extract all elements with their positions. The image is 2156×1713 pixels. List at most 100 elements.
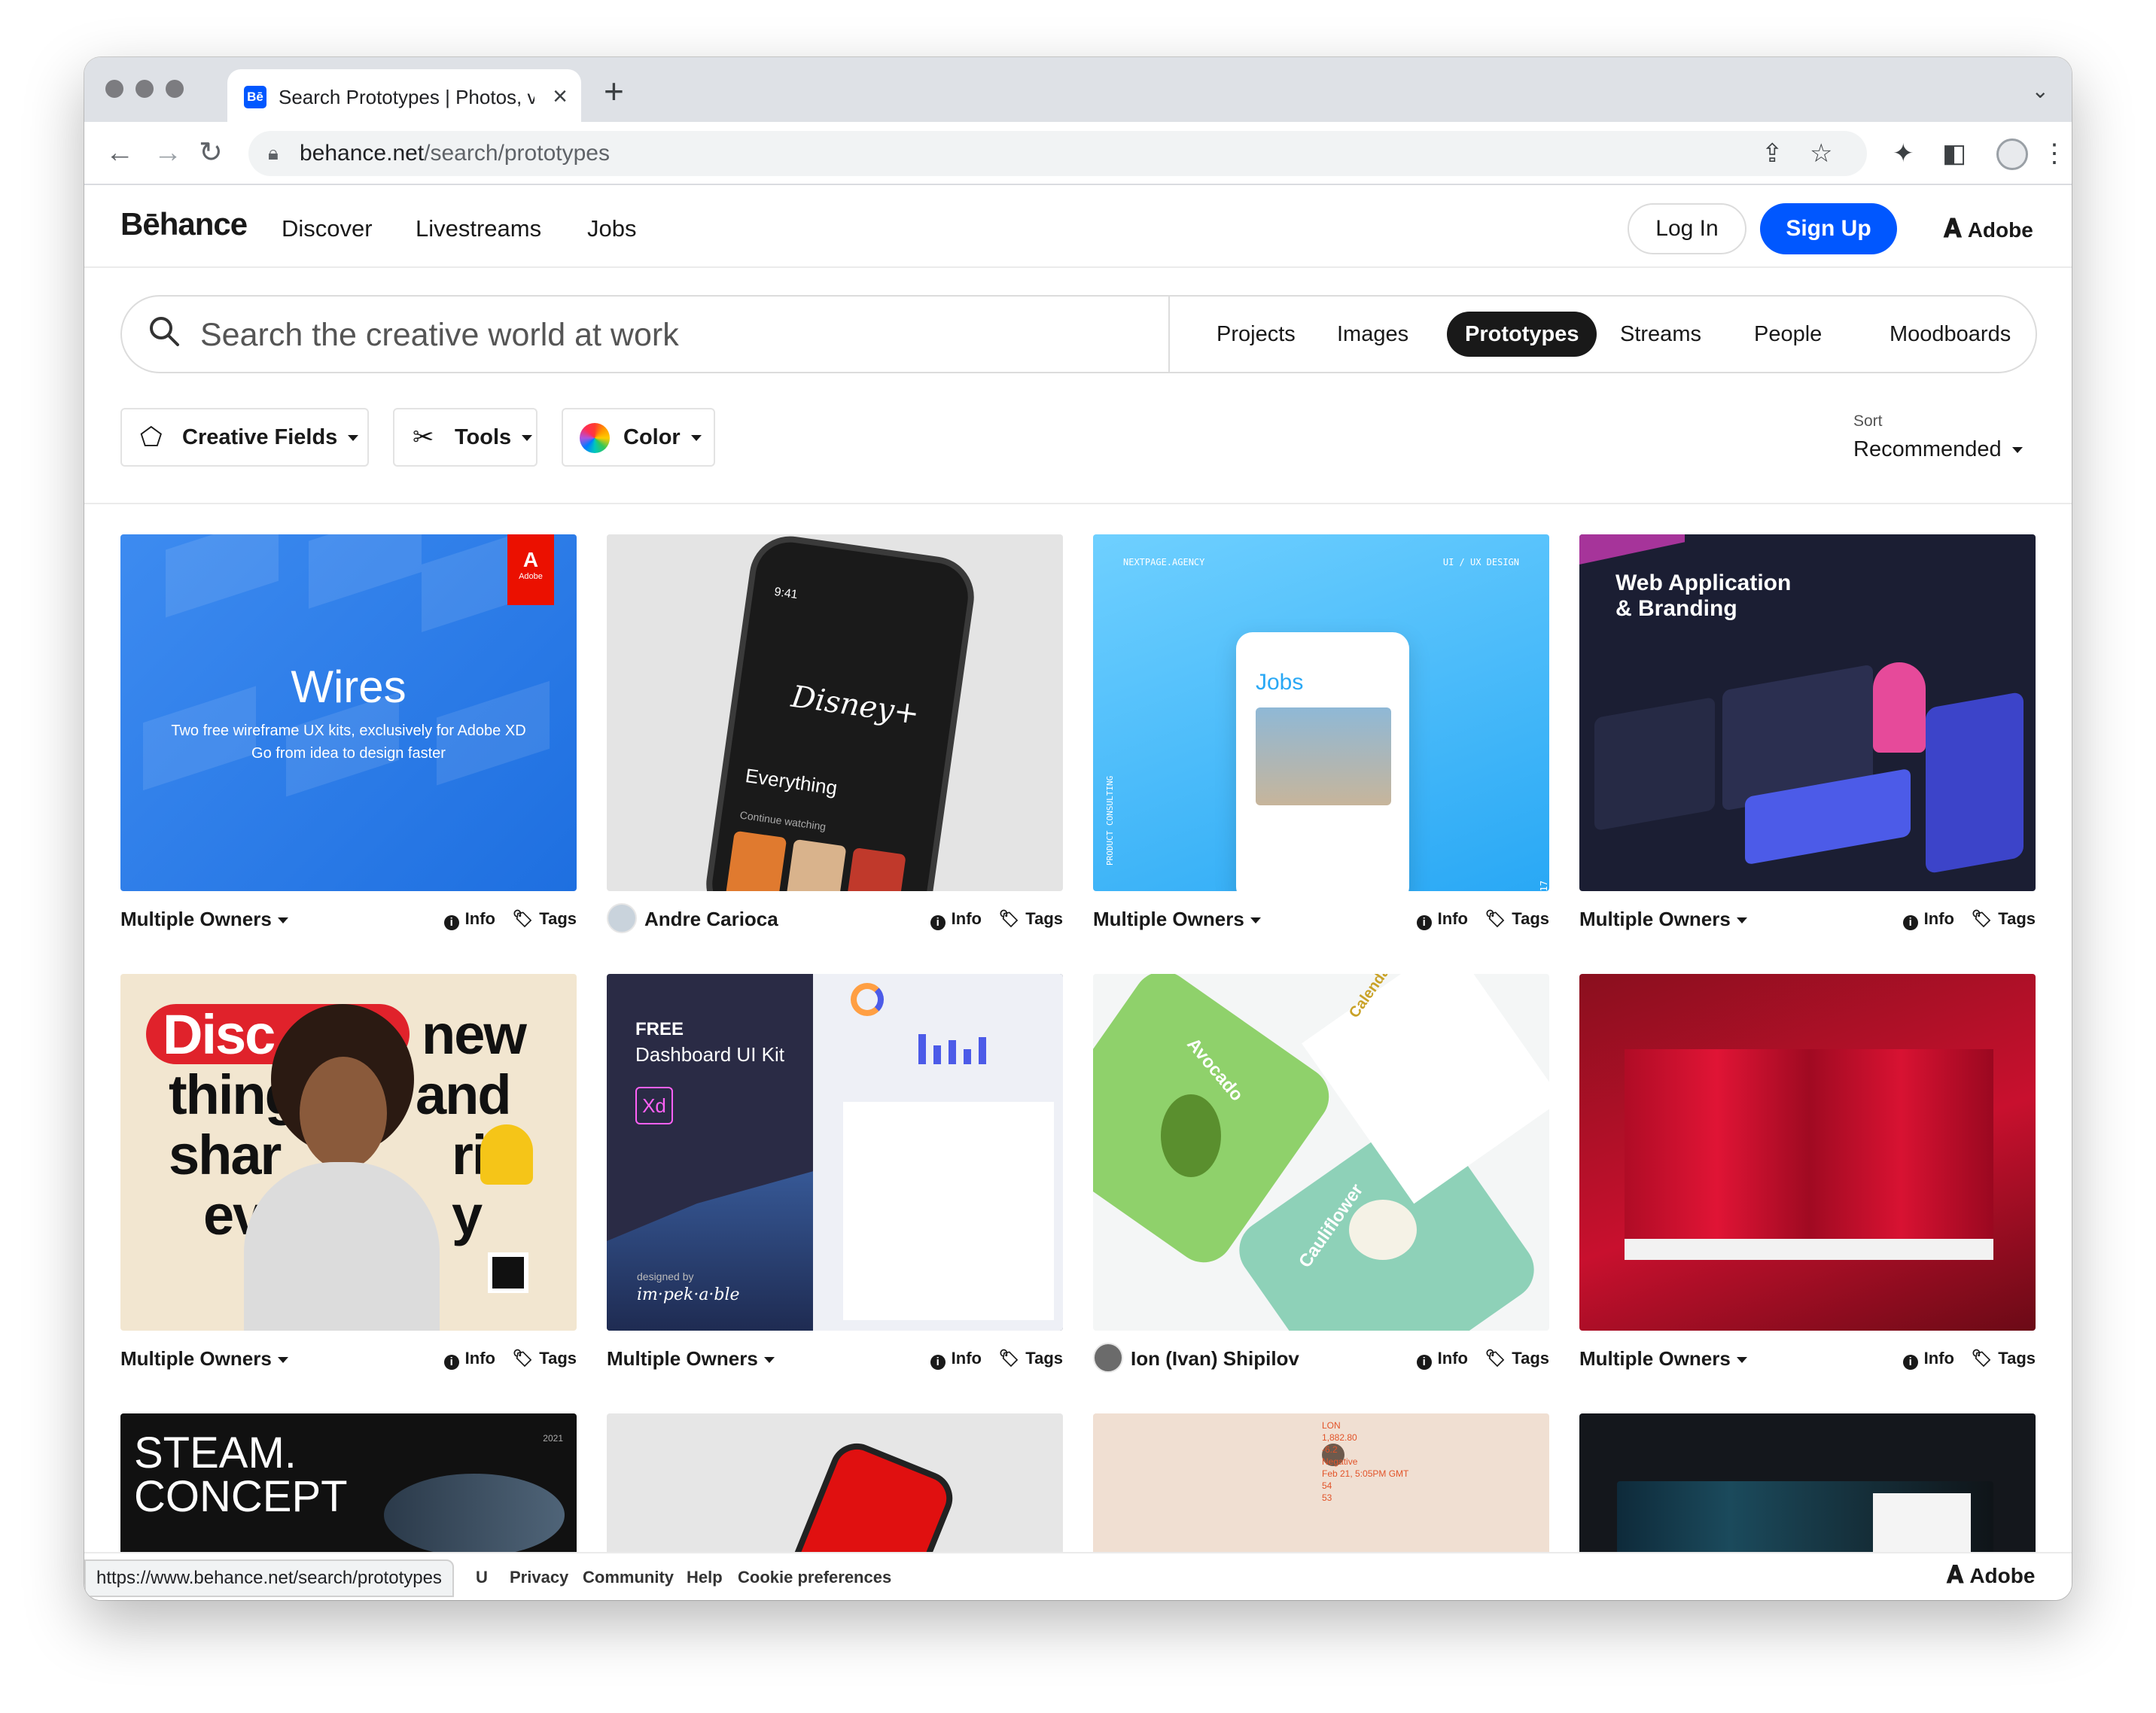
info-button[interactable]: i Info: [1902, 1347, 1954, 1370]
nav-jobs[interactable]: Jobs: [587, 214, 636, 244]
zoom-window-button[interactable]: [166, 80, 184, 98]
nav-discover[interactable]: Discover: [282, 214, 373, 244]
tags-label: Tags: [1512, 909, 1549, 928]
footer-help[interactable]: Help: [687, 1567, 723, 1588]
tags-button[interactable]: 🏷︎ Tags: [1971, 908, 2036, 930]
forward-arrow-icon[interactable]: →: [154, 134, 182, 172]
nav-livestreams[interactable]: Livestreams: [416, 214, 541, 244]
chevron-down-icon: [1736, 917, 1747, 924]
project-thumbnail[interactable]: Avocado Cauliflower Calendar: [1093, 974, 1549, 1331]
tags-button[interactable]: 🏷︎ Tags: [1971, 1347, 2036, 1370]
phone-mockup: Jobs: [1236, 632, 1409, 891]
search-icon: [150, 317, 179, 346]
creative-fields-filter[interactable]: ⬠ Creative Fields: [120, 408, 369, 467]
owner-avatar[interactable]: [607, 903, 637, 933]
thumbnail-title: Dashboard UI Kit: [635, 1043, 784, 1066]
owner-name[interactable]: Ion (Ivan) Shipilov: [1131, 1346, 1299, 1371]
project-thumbnail[interactable]: 9:41 Disney+ Everything Continue watchin…: [607, 534, 1063, 891]
tag-icon: 🏷︎: [1971, 909, 1993, 928]
color-filter[interactable]: Color: [562, 408, 715, 467]
sort-dropdown[interactable]: Recommended: [1853, 435, 2023, 464]
info-icon: i: [1416, 915, 1432, 930]
footer-adobe-link[interactable]: 𝐀 Adobe: [1947, 1562, 2035, 1587]
tags-button[interactable]: 🏷︎ Tags: [1485, 1347, 1549, 1370]
data-label: Feb 21, 5:05PM GMT: [1322, 1468, 1409, 1479]
tab-projects[interactable]: Projects: [1198, 312, 1314, 357]
new-tab-icon[interactable]: +: [604, 72, 624, 110]
tab-people[interactable]: People: [1736, 312, 1840, 357]
tools-filter[interactable]: ✂ Tools: [393, 408, 537, 467]
info-button[interactable]: i Info: [1902, 908, 1954, 930]
minimize-window-button[interactable]: [136, 80, 154, 98]
accent-stripe: [1579, 534, 1685, 564]
tab-search-chevron-icon[interactable]: ⌄: [2032, 78, 2049, 103]
owner-dropdown[interactable]: Multiple Owners: [1093, 906, 1261, 932]
chevron-down-icon: [522, 435, 533, 442]
info-icon: i: [930, 1355, 946, 1370]
owner-dropdown[interactable]: Multiple Owners: [1579, 1346, 1747, 1371]
log-in-button[interactable]: Log In: [1628, 203, 1746, 254]
card-meta: Multiple Owners i Info 🏷︎ Tags: [120, 1343, 577, 1374]
info-button[interactable]: i Info: [930, 908, 982, 930]
owner-name: Multiple Owners: [1093, 908, 1244, 930]
owner-dropdown[interactable]: Multiple Owners: [1579, 906, 1747, 932]
thumbnail-subtitle: Two free wireframe UX kits, exclusively …: [171, 723, 526, 739]
reload-icon[interactable]: ↻: [199, 134, 223, 172]
tags-button[interactable]: 🏷︎ Tags: [998, 1347, 1063, 1370]
info-button[interactable]: i Info: [443, 1347, 495, 1370]
project-thumbnail[interactable]: NEXTPAGE.AGENCY UI / UX DESIGN PRODUCT C…: [1093, 534, 1549, 891]
footer-privacy[interactable]: Privacy: [510, 1567, 568, 1588]
info-button[interactable]: i Info: [1416, 1347, 1468, 1370]
profile-avatar[interactable]: [1996, 138, 2028, 170]
info-button[interactable]: i Info: [443, 908, 495, 930]
search-bar: Search the creative world at work Projec…: [120, 295, 2037, 373]
status-bar-url: https://www.behance.net/search/prototype…: [84, 1559, 454, 1597]
browser-menu-icon[interactable]: ⋮: [2042, 138, 2067, 169]
owner-dropdown[interactable]: Multiple Owners: [120, 906, 288, 932]
project-thumbnail[interactable]: [1579, 974, 2036, 1331]
close-window-button[interactable]: [105, 80, 123, 98]
info-button[interactable]: i Info: [1416, 908, 1468, 930]
agency-label: NEXTPAGE.AGENCY: [1123, 557, 1205, 567]
project-thumbnail[interactable]: Disc new thing and shar rie ev y: [120, 974, 577, 1331]
project-thumbnail[interactable]: Web Application & Branding: [1579, 534, 2036, 891]
chevron-down-icon: [277, 917, 288, 924]
adobe-link[interactable]: 𝐀 Adobe: [1944, 215, 2033, 244]
project-thumbnail[interactable]: A Adobe Wires Two free wireframe UX kits…: [120, 534, 577, 891]
browser-tab[interactable]: Bē Search Prototypes | Photos, videos ×: [227, 69, 581, 123]
footer-community[interactable]: Community: [583, 1567, 674, 1588]
owner-dropdown[interactable]: Multiple Owners: [120, 1346, 288, 1371]
chevron-down-icon: [690, 435, 702, 442]
info-label: Info: [1437, 909, 1468, 928]
footer-cookie-preferences[interactable]: Cookie preferences: [738, 1567, 891, 1588]
info-button[interactable]: i Info: [930, 1347, 982, 1370]
address-bar[interactable]: 🔒︎ behance.net/search/prototypes ⇪ ☆: [248, 131, 1867, 176]
extensions-puzzle-icon[interactable]: ✦: [1893, 138, 1914, 169]
card-meta: Multiple Owners i Info 🏷︎ Tags: [1579, 1343, 2036, 1374]
tab-streams[interactable]: Streams: [1602, 312, 1719, 357]
tags-button[interactable]: 🏷︎ Tags: [998, 908, 1063, 930]
tab-prototypes[interactable]: Prototypes: [1447, 312, 1597, 357]
project-thumbnail[interactable]: FREE Dashboard UI Kit Xd designed by im·…: [607, 974, 1063, 1331]
side-panel-icon[interactable]: ◧: [1942, 138, 1966, 169]
bookmark-star-icon[interactable]: ☆: [1810, 138, 1832, 169]
tab-moodboards[interactable]: Moodboards: [1871, 312, 2029, 357]
person-illustration: [1873, 662, 1926, 753]
poster-tile: [842, 847, 906, 891]
share-icon[interactable]: ⇪: [1762, 138, 1783, 169]
tags-button[interactable]: 🏷︎ Tags: [512, 1347, 577, 1370]
adobe-badge-label: Adobe: [519, 572, 543, 581]
sign-up-button[interactable]: Sign Up: [1760, 203, 1897, 254]
owner-dropdown[interactable]: Multiple Owners: [607, 1346, 775, 1371]
close-tab-icon[interactable]: ×: [553, 81, 568, 111]
person-face: [300, 1057, 387, 1170]
owner-avatar[interactable]: [1093, 1343, 1123, 1373]
behance-logo[interactable]: Bēhance: [120, 206, 248, 242]
tags-button[interactable]: 🏷︎ Tags: [1485, 908, 1549, 930]
search-input[interactable]: Search the creative world at work: [200, 315, 679, 355]
footer-partial-link[interactable]: U: [476, 1567, 488, 1588]
owner-name[interactable]: Andre Carioca: [644, 906, 778, 932]
tab-images[interactable]: Images: [1319, 312, 1427, 357]
back-arrow-icon[interactable]: ←: [105, 134, 134, 172]
tags-button[interactable]: 🏷︎ Tags: [512, 908, 577, 930]
